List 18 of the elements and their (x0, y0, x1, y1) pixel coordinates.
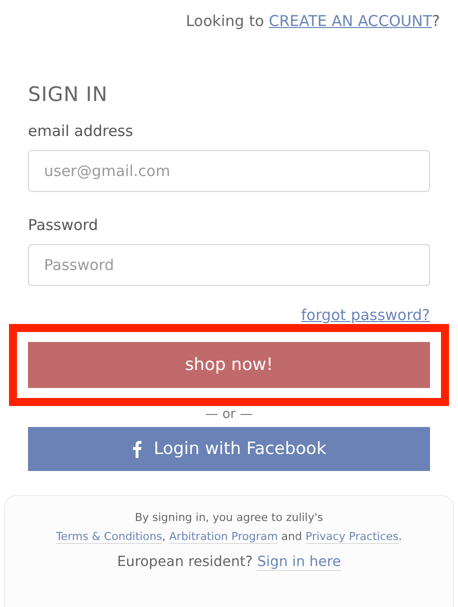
field-label: email address (28, 122, 134, 140)
or-divider: — or — (205, 407, 253, 422)
facebook-login-button[interactable]: Login with Facebook (28, 427, 430, 471)
policy-link[interactable]: Arbitration Program (169, 530, 278, 544)
sign-in-here-link[interactable]: Sign in here (257, 554, 341, 571)
forgot-password-link[interactable]: forgot password? (301, 306, 430, 324)
policy-link[interactable]: Terms & Conditions (56, 530, 162, 544)
create-account-link[interactable]: CREATE AN ACCOUNT (268, 12, 432, 30)
field-label: Password (28, 216, 100, 234)
input-field[interactable]: user@gmail.com (28, 150, 430, 192)
account-prompt: Looking to CREATE AN ACCOUNT? (184, 12, 440, 30)
shop-now-button[interactable]: shop now! (28, 342, 430, 388)
eu-resident-prompt: European resident? Sign in here (116, 554, 342, 570)
letter-f-icon (132, 440, 142, 458)
input-field[interactable]: Password (28, 244, 430, 286)
policy-link[interactable]: Privacy Practices (306, 530, 399, 544)
sign-in-title: SIGN IN (28, 82, 109, 106)
legal-notice: By signing in, you agree to zulily's Terms & Conditions, Arbitration Program and Privacy Practices. (54, 510, 404, 546)
